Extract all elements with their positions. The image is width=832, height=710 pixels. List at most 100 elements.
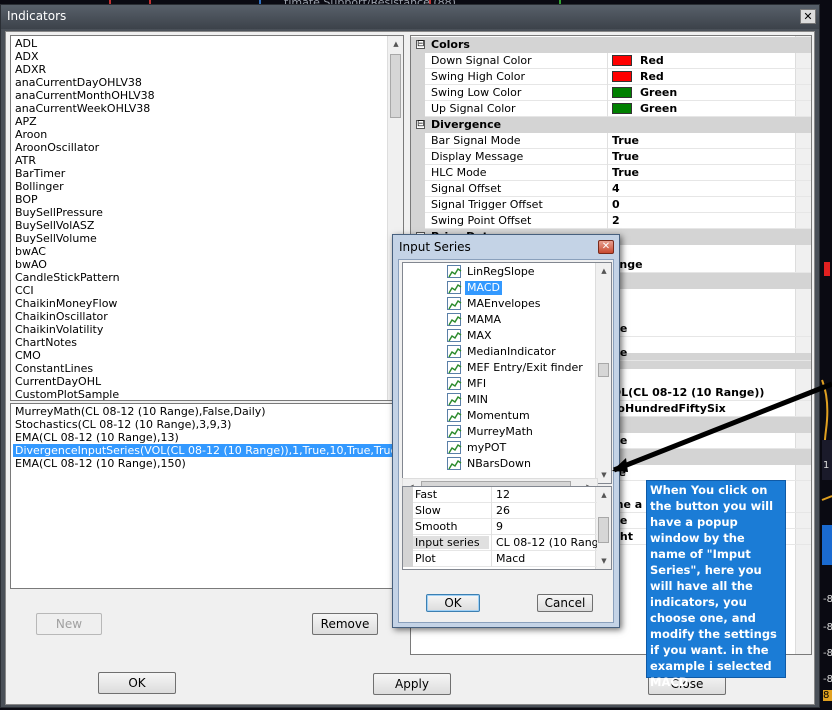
indicator-list-item[interactable]: BuySellVolASZ: [15, 219, 94, 232]
ok-button[interactable]: OK: [98, 672, 176, 694]
indicator-list-item[interactable]: Bollinger: [15, 180, 64, 193]
dialog-close-icon[interactable]: ✕: [598, 240, 614, 254]
indicator-list-item[interactable]: ChaikinVolatility: [15, 323, 103, 336]
property-row[interactable]: Display Message True: [411, 149, 811, 165]
scroll-thumb[interactable]: [390, 54, 401, 118]
property-value[interactable]: Macd: [491, 551, 597, 567]
new-button[interactable]: New: [36, 613, 102, 635]
scroll-up-icon[interactable]: ▲: [596, 263, 611, 279]
tree-item[interactable]: NBarsDown: [447, 456, 597, 472]
applied-indicator-item[interactable]: MurreyMath(CL 08-12 (10 Range),False,Dai…: [15, 405, 266, 418]
color-swatch[interactable]: [612, 103, 632, 114]
property-value[interactable]: 2: [607, 213, 811, 229]
property-value[interactable]: Red: [607, 69, 811, 85]
applied-indicator-item[interactable]: EMA(CL 08-12 (10 Range),150): [15, 457, 186, 470]
property-value[interactable]: ue: [607, 345, 811, 361]
apply-button[interactable]: Apply: [373, 673, 451, 695]
property-row[interactable]: Up Signal Color Green: [411, 101, 811, 117]
scroll-down-icon[interactable]: ▼: [596, 553, 611, 569]
indicator-list-item[interactable]: ADXR: [15, 63, 46, 76]
tree-item[interactable]: Momentum: [447, 408, 597, 424]
remove-button[interactable]: Remove: [312, 613, 378, 635]
dialog-property-row[interactable]: Plot Macd: [403, 551, 597, 567]
indicator-list-item[interactable]: ChaikinOscillator: [15, 310, 108, 323]
indicator-list-item[interactable]: ATR: [15, 154, 36, 167]
tree-item[interactable]: MurreyMath: [447, 424, 597, 440]
property-value[interactable]: se: [607, 465, 811, 481]
indicator-list-item[interactable]: Aroon: [15, 128, 47, 141]
applied-indicator-item[interactable]: EMA(CL 08-12 (10 Range),13): [15, 431, 179, 444]
property-row[interactable]: Signal Trigger Offset 0: [411, 197, 811, 213]
property-row[interactable]: Swing Point Offset 2: [411, 213, 811, 229]
property-value[interactable]: ue: [607, 433, 811, 449]
collapse-icon[interactable]: ⊟: [416, 120, 425, 129]
indicator-list-item[interactable]: BuySellPressure: [15, 206, 103, 219]
property-value[interactable]: CL 08-12 (10 Range: [491, 535, 597, 551]
property-row[interactable]: HLC Mode True: [411, 165, 811, 181]
indicator-list-item[interactable]: AroonOscillator: [15, 141, 99, 154]
collapse-icon[interactable]: ⊟: [416, 40, 425, 49]
property-row[interactable]: Swing High Color Red: [411, 69, 811, 85]
scroll-down-icon[interactable]: ▼: [596, 467, 611, 483]
tree-item[interactable]: MFI: [447, 376, 597, 392]
property-value[interactable]: 0: [607, 197, 811, 213]
property-value[interactable]: roHundredFiftySix: [607, 401, 811, 417]
dialog-property-row[interactable]: Slow 26: [403, 503, 597, 519]
scroll-thumb[interactable]: [598, 363, 609, 377]
tree-item[interactable]: myPOT: [447, 440, 597, 456]
indicator-list-item[interactable]: bwAO: [15, 258, 47, 271]
property-value[interactable]: 9: [491, 519, 597, 535]
dialog-property-row[interactable]: Fast 12: [403, 487, 597, 503]
property-value[interactable]: 12: [491, 487, 597, 503]
color-swatch[interactable]: [612, 55, 632, 66]
property-value[interactable]: Green: [607, 85, 811, 101]
property-value[interactable]: ue: [607, 321, 811, 337]
indicator-list-item[interactable]: bwAC: [15, 245, 46, 258]
indicator-list-item[interactable]: CustomPlotSample: [15, 388, 119, 400]
indicator-list-item[interactable]: CandleStickPattern: [15, 271, 120, 284]
tree-item[interactable]: MAX: [447, 328, 597, 344]
scroll-up-icon[interactable]: ▲: [596, 487, 611, 503]
tree-item[interactable]: MIN: [447, 392, 597, 408]
property-row[interactable]: Down Signal Color Red: [411, 53, 811, 69]
indicator-list-item[interactable]: CurrentDayOHL: [15, 375, 101, 388]
properties-scrollbar[interactable]: ▲ ▼: [595, 487, 611, 569]
indicator-list-item[interactable]: ADL: [15, 37, 37, 50]
dialog-cancel-button[interactable]: Cancel: [537, 594, 593, 612]
property-value[interactable]: True: [607, 149, 811, 165]
dialog-ok-button[interactable]: OK: [426, 594, 480, 612]
property-value[interactable]: Green: [607, 101, 811, 117]
applied-indicator-item[interactable]: DivergenceInputSeries(VOL(CL 08-12 (10 R…: [13, 444, 403, 457]
indicator-list-item[interactable]: anaCurrentDayOHLV38: [15, 76, 142, 89]
indicator-list-item[interactable]: anaCurrentMonthOHLV38: [15, 89, 155, 102]
tree-item[interactable]: MAMA: [447, 312, 597, 328]
indicator-list-item[interactable]: CMO: [15, 349, 41, 362]
indicator-list-item[interactable]: anaCurrentWeekOHLV38: [15, 102, 150, 115]
indicator-list-item[interactable]: BuySellVolume: [15, 232, 97, 245]
indicator-list-item[interactable]: ChartNotes: [15, 336, 77, 349]
property-value[interactable]: True: [607, 133, 811, 149]
property-value[interactable]: 4: [607, 181, 811, 197]
property-row[interactable]: Bar Signal Mode True: [411, 133, 811, 149]
indicator-list-item[interactable]: ADX: [15, 50, 39, 63]
tree-item[interactable]: MACD: [447, 280, 597, 296]
indicator-list-item[interactable]: CCI: [15, 284, 34, 297]
applied-indicator-item[interactable]: Stochastics(CL 08-12 (10 Range),3,9,3): [15, 418, 231, 431]
indicator-list-item[interactable]: APZ: [15, 115, 37, 128]
indicator-list[interactable]: ▲ ▼ ADLADXADXRanaCurrentDayOHLV38anaCurr…: [10, 35, 404, 401]
tree-scrollbar[interactable]: ▲ ▼: [595, 263, 611, 483]
dialog-property-row[interactable]: Input series CL 08-12 (10 Range: [403, 535, 597, 551]
property-value[interactable]: ange: [607, 257, 811, 273]
tree-item[interactable]: MedianIndicator: [447, 344, 597, 360]
window-title-bar[interactable]: Indicators ✕: [1, 5, 819, 29]
color-swatch[interactable]: [612, 71, 632, 82]
property-category[interactable]: ⊟ Colors: [411, 37, 811, 53]
input-series-properties[interactable]: ▲ ▼ Fast 12 Slow 26 Smooth 9 Input series CL 08…: [402, 486, 612, 570]
property-row[interactable]: Swing Low Color Green: [411, 85, 811, 101]
color-swatch[interactable]: [612, 87, 632, 98]
property-value[interactable]: DL(CL 08-12 (10 Range)): [607, 385, 811, 401]
property-row[interactable]: Signal Offset 4: [411, 181, 811, 197]
close-icon[interactable]: ✕: [800, 9, 816, 24]
indicator-list-item[interactable]: BOP: [15, 193, 38, 206]
property-value[interactable]: True: [607, 165, 811, 181]
